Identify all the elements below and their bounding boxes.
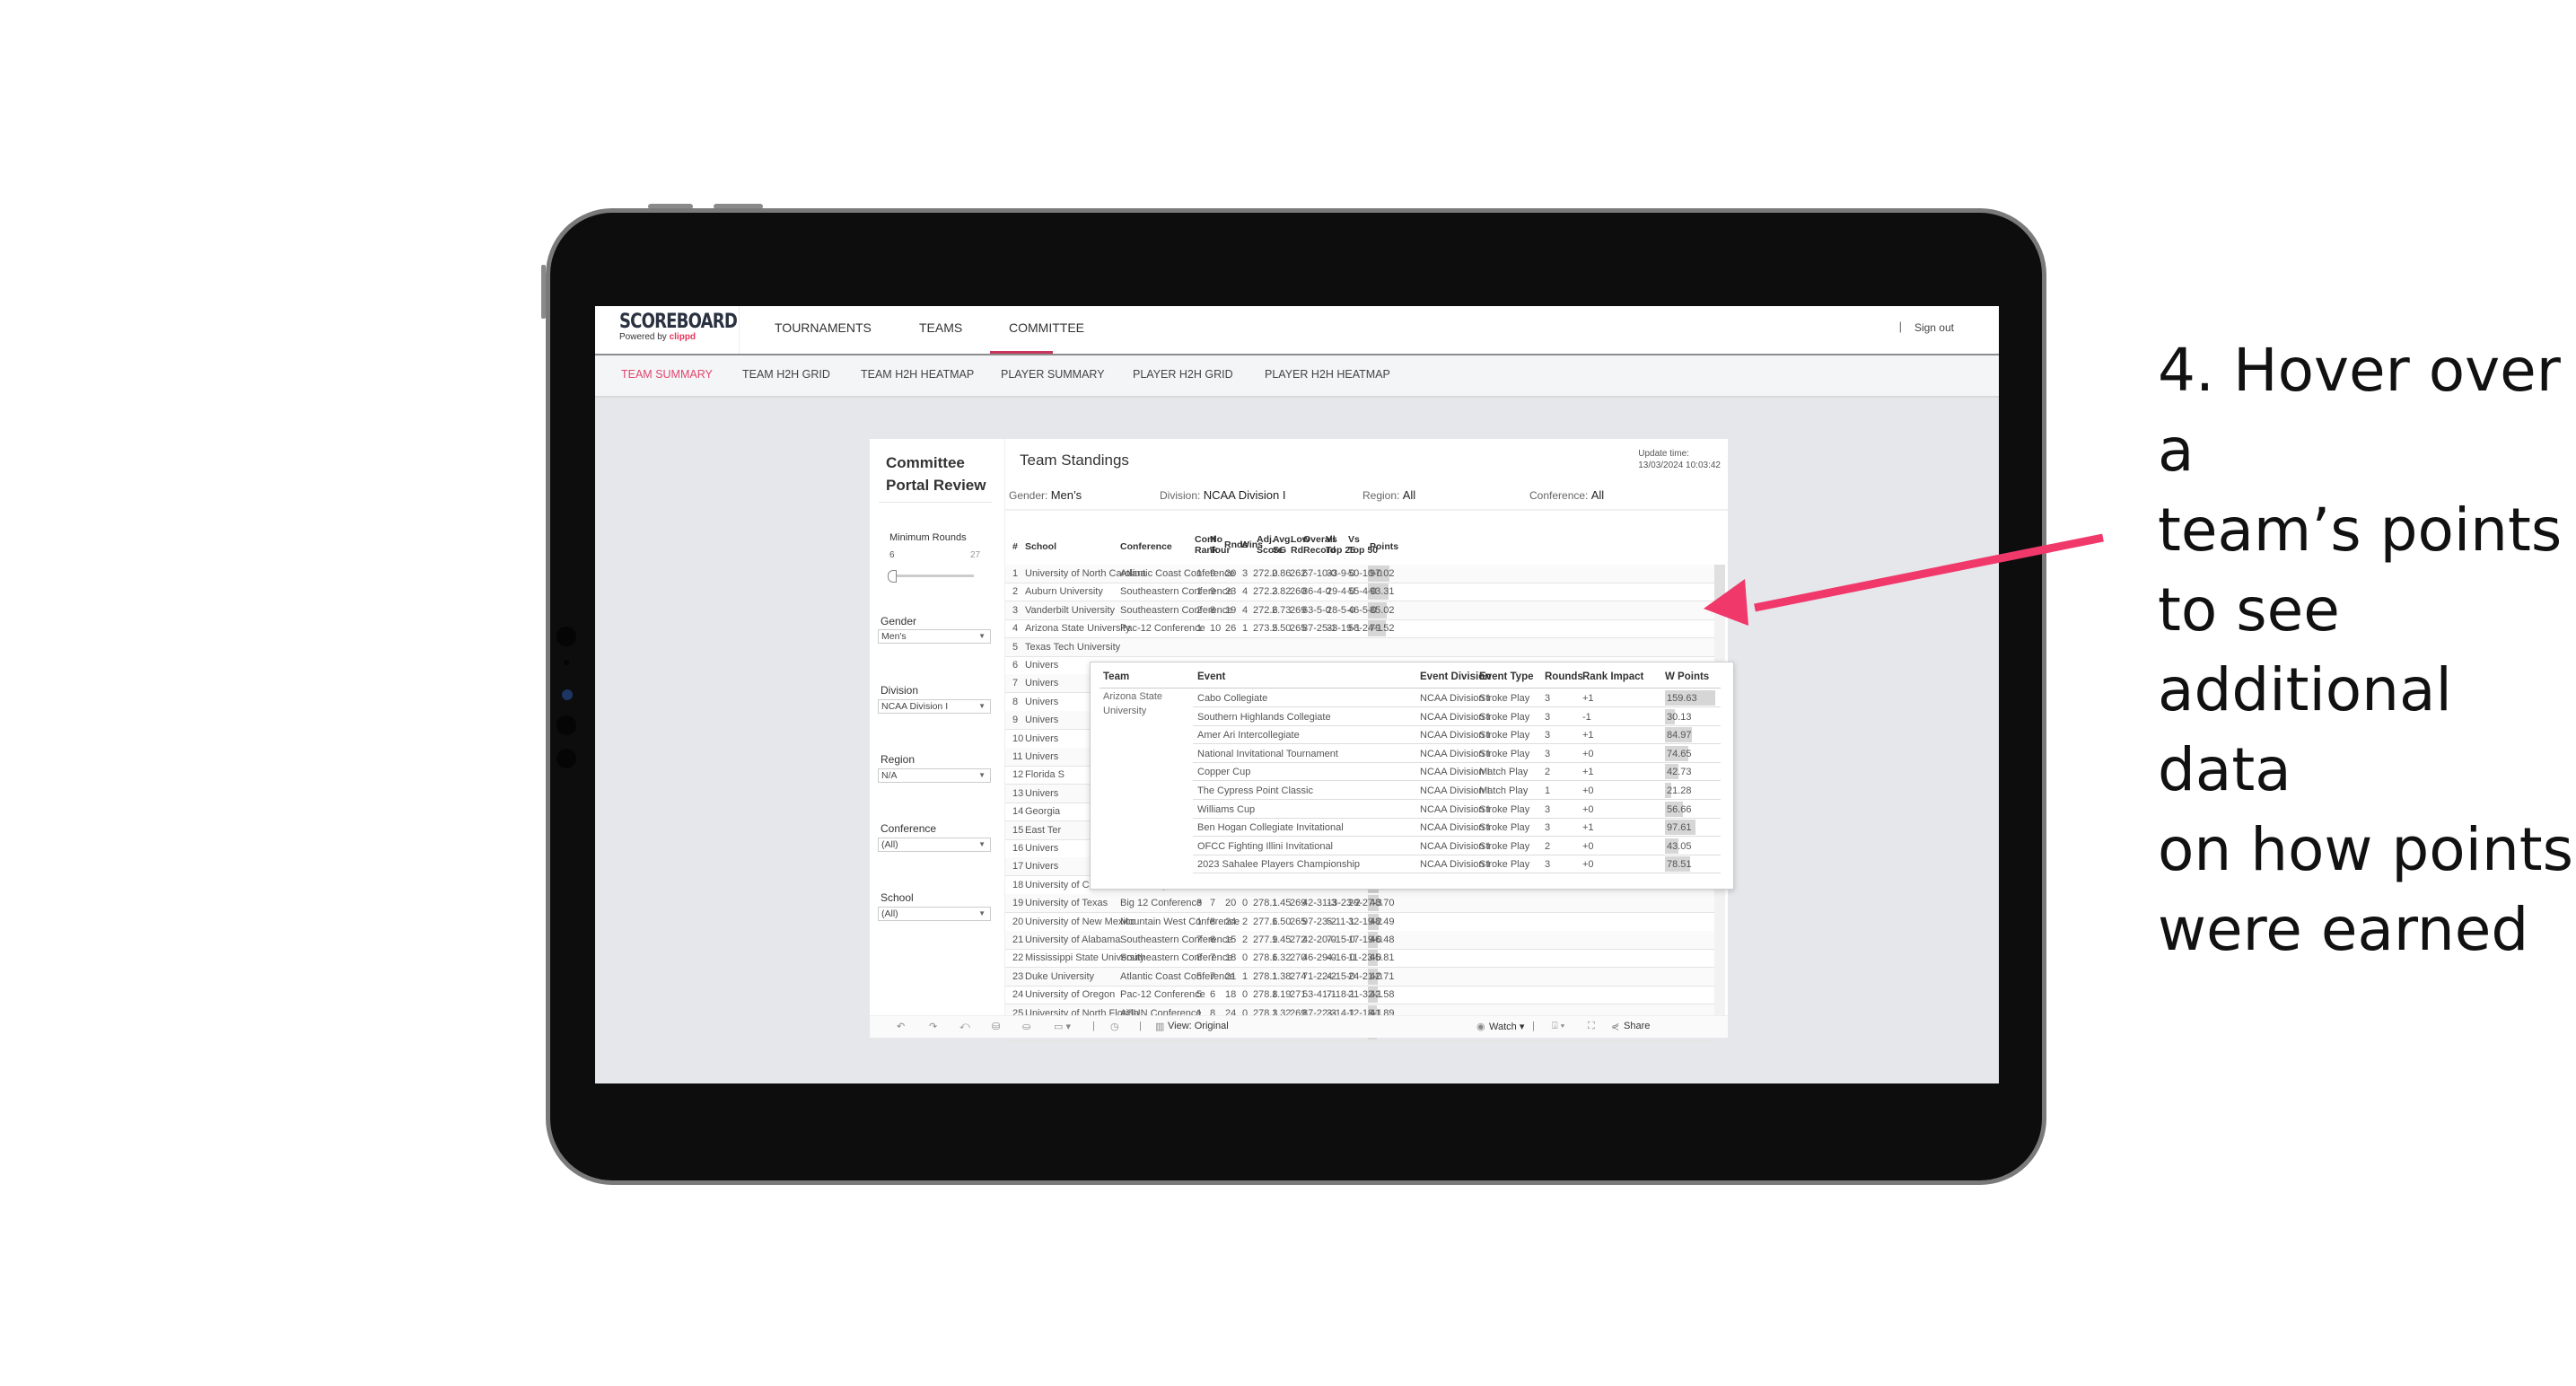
arrow-head <box>1704 579 1748 626</box>
annotation-line: to see <box>2158 575 2340 645</box>
annotation-line: 4. Hover over a <box>2158 336 2561 485</box>
annotation-text: 4. Hover over a team’s points to see add… <box>2158 330 2576 969</box>
arrow-shaft <box>1754 533 2104 612</box>
annotation-line: were earned <box>2158 895 2529 964</box>
annotation-line: additional data <box>2158 655 2452 804</box>
annotation-line: team’s points <box>2158 496 2563 565</box>
annotation-line: on how points <box>2158 815 2574 884</box>
